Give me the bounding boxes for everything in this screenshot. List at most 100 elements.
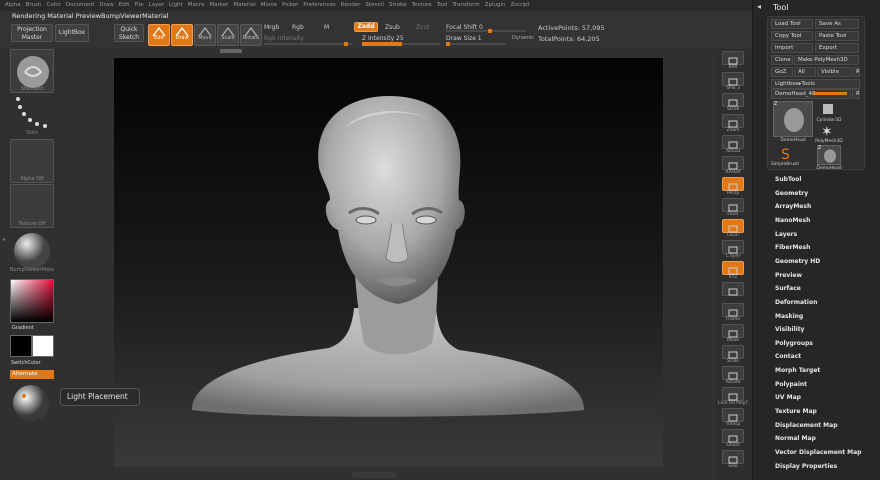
menu-stroke[interactable]: Stroke	[389, 2, 407, 8]
menu-display-properties[interactable]: Display Properties	[775, 463, 837, 470]
panel-paste-tool-button[interactable]: Paste Tool	[815, 31, 859, 41]
menu-geometry[interactable]: Geometry	[775, 190, 808, 197]
menu-layer[interactable]: Layer	[149, 2, 164, 8]
menu-light[interactable]: Light	[169, 2, 183, 8]
shelf-xyz-button[interactable]	[722, 261, 744, 275]
draw-size-slider[interactable]: Draw Size 1	[446, 35, 482, 42]
zadd-button[interactable]: Zadd	[354, 22, 378, 32]
shelf-solo-button[interactable]	[722, 450, 744, 464]
rgb-intensity-track[interactable]	[264, 42, 352, 46]
menu-displacement-map[interactable]: Displacement Map	[775, 422, 838, 429]
panel-import-button[interactable]: Import	[771, 43, 813, 53]
menu-document[interactable]: Document	[66, 2, 95, 8]
shelf-spix-3-button[interactable]	[722, 72, 744, 86]
rgb-intensity-slider[interactable]: Rgb Intensity	[264, 35, 304, 42]
menu-texture[interactable]: Texture	[412, 2, 432, 8]
shelf-persp-button[interactable]	[722, 177, 744, 191]
shelf-actual-button[interactable]	[722, 135, 744, 149]
panel-clone-button[interactable]: Clone	[771, 55, 793, 65]
menu-masking[interactable]: Masking	[775, 313, 803, 320]
shelf-local-button[interactable]	[722, 219, 744, 233]
panel-lightbox-tools-button[interactable]: Lightbox▸Tools	[771, 79, 860, 89]
menu-transform[interactable]: Transform	[452, 2, 479, 8]
panel-copy-tool-button[interactable]: Copy Tool	[771, 31, 813, 41]
panel-save-as-button[interactable]: Save As	[815, 19, 859, 29]
shelf-ghost-button[interactable]	[722, 429, 744, 443]
menu-zplugin[interactable]: Zplugin	[485, 2, 506, 8]
menu-color[interactable]: Color	[47, 2, 61, 8]
zcut-button[interactable]: Zcut	[416, 24, 430, 31]
menu-tool[interactable]: Tool	[437, 2, 448, 8]
panel-goz-button[interactable]: GoZ	[771, 67, 793, 77]
menu-macro[interactable]: Macro	[188, 2, 205, 8]
shelf-l-sym-button[interactable]	[722, 240, 744, 254]
3d-viewport[interactable]	[114, 58, 663, 467]
menu-zscript[interactable]: Zscript	[510, 2, 529, 8]
panel-load-tool-button[interactable]: Load Tool	[771, 19, 813, 29]
menu-alpha[interactable]: Alpha	[5, 2, 21, 8]
menu-nanomesh[interactable]: NanoMesh	[775, 217, 810, 224]
shelf-transp-button[interactable]	[722, 408, 744, 422]
menu-geometry-hd[interactable]: Geometry HD	[775, 258, 820, 265]
menu-texture-map[interactable]: Texture Map	[775, 408, 817, 415]
z-intensity-slider[interactable]: Z Intensity 25	[362, 35, 404, 42]
menu-preview[interactable]: Preview	[775, 272, 802, 279]
menu-brush[interactable]: Brush	[26, 2, 42, 8]
menu-arraymesh[interactable]: ArrayMesh	[775, 203, 811, 210]
menu-deformation[interactable]: Deformation	[775, 299, 817, 306]
zsub-button[interactable]: Zsub	[385, 24, 400, 31]
menu-render[interactable]: Render	[341, 2, 361, 8]
secondary-color-swatch[interactable]	[32, 335, 54, 357]
menu-normal-map[interactable]: Normal Map	[775, 435, 816, 442]
menu-uv-map[interactable]: UV Map	[775, 394, 801, 401]
menu-draw[interactable]: Draw	[99, 2, 113, 8]
projection-master-button[interactable]: Projection Master	[11, 24, 53, 42]
tool-thumb-cylinder3d[interactable]	[817, 101, 841, 117]
shelf-aahalf-button[interactable]	[722, 156, 744, 170]
menu-edit[interactable]: Edit	[119, 2, 130, 8]
menu-surface[interactable]: Surface	[775, 285, 801, 292]
shelf-floor-button[interactable]	[722, 198, 744, 212]
panel-r-button[interactable]: R	[852, 67, 860, 77]
left-collapse-arrow[interactable]: ◂	[2, 236, 6, 244]
tool-thumb-demohead[interactable]	[773, 101, 813, 137]
shelf-rotate-button[interactable]	[722, 366, 744, 380]
menu-file[interactable]: File	[134, 2, 143, 8]
quick-sketch-button[interactable]: Quick Sketch	[114, 24, 144, 42]
rgb-button[interactable]: Rgb	[292, 24, 304, 31]
light-placement-control[interactable]	[11, 383, 51, 427]
menu-material[interactable]: Material	[233, 2, 255, 8]
color-picker[interactable]	[10, 279, 54, 323]
menu-marker[interactable]: Marker	[209, 2, 228, 8]
menu-morph-target[interactable]: Morph Target	[775, 367, 820, 374]
menu-preferences[interactable]: Preferences	[303, 2, 335, 8]
shelf-move-button[interactable]	[722, 324, 744, 338]
panel-collapse-icon[interactable]: ◂	[757, 3, 765, 11]
panel-make-polymesh3d-button[interactable]: Make PolyMesh3D	[794, 55, 859, 65]
main-color-swatch[interactable]	[10, 335, 32, 357]
menu-contact[interactable]: Contact	[775, 353, 801, 360]
panel-visible-button[interactable]: Visible	[817, 67, 851, 77]
alternate-button[interactable]: Alternate	[10, 370, 54, 379]
menu-stencil[interactable]: Stencil	[365, 2, 384, 8]
menu-fibermesh[interactable]: FiberMesh	[775, 244, 810, 251]
shelf-zoom-button[interactable]	[722, 114, 744, 128]
menu-vector-displacement-map[interactable]: Vector Displacement Map	[775, 449, 861, 456]
shelf-line-fill-polyf-button[interactable]	[722, 387, 744, 401]
shelf-bpr-button[interactable]	[722, 51, 744, 65]
menu-polypaint[interactable]: Polypaint	[775, 381, 807, 388]
switch-color-button[interactable]: SwitchColor	[11, 360, 59, 366]
panel-export-button[interactable]: Export	[815, 43, 859, 53]
shelf-scale-button[interactable]	[722, 345, 744, 359]
draw-size-track[interactable]	[446, 42, 506, 46]
panel-all-button[interactable]: All	[794, 67, 816, 77]
tool-thumb-simplebrush[interactable]: S	[773, 145, 797, 163]
menu-movie[interactable]: Movie	[261, 2, 277, 8]
dynamic-toggle[interactable]: Dynamic	[512, 35, 534, 41]
menu-visibility[interactable]: Visibility	[775, 326, 804, 333]
focal-shift-track[interactable]	[446, 29, 526, 33]
shelf-frame-button[interactable]	[722, 303, 744, 317]
mrgb-button[interactable]: Mrgb	[264, 24, 279, 31]
m-button[interactable]: M	[324, 24, 329, 31]
lightbox-button[interactable]: LightBox	[55, 24, 89, 42]
